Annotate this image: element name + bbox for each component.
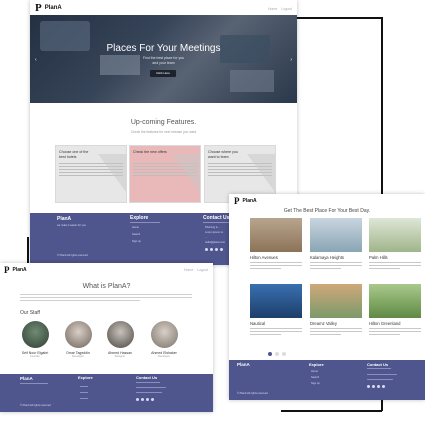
social-icons[interactable] (205, 248, 223, 251)
footer-email[interactable]: hello@plana.com (205, 241, 225, 244)
staff-title: Our Staff (20, 310, 40, 316)
feature-card-title: Check the new offers (133, 150, 167, 154)
connector-line (281, 410, 382, 412)
footer-explore-title: Explore (130, 215, 149, 221)
hero-subtitle: Find the best place for you (142, 56, 185, 60)
feature-card-title: Choose one of the best hotels (59, 150, 89, 159)
features-title: Up-coming Features. (130, 119, 197, 126)
footer-explore-title: Explore (309, 362, 324, 367)
footer-copyright: © PlanA All rights reserved (237, 392, 268, 395)
staff-member: Ahmed Elshaker Developer (146, 321, 182, 358)
place-name: Palm Hills (369, 255, 388, 260)
places-page-screenshot: P PlanA Get The Best Place For Your Best… (229, 194, 425, 400)
footer-contact-title: Contact Us (367, 362, 389, 367)
nav-logout-link[interactable]: Logout (197, 268, 208, 272)
about-title: What is PlanA? (82, 283, 131, 290)
footer-contact-title: Contact Us (136, 375, 158, 380)
staff-role: Developer (158, 355, 170, 358)
social-icons[interactable] (136, 398, 154, 401)
features-subtitle: Check the features for next release you … (130, 130, 197, 134)
places-title: Get The Best Place For Your Best Day. (283, 208, 371, 214)
staff-member: Omar Tageddin Developer (60, 321, 96, 358)
place-card[interactable]: Nautical (250, 284, 302, 335)
staff-member: Seif Nour Elgabri Founder (17, 321, 53, 358)
footer-contact-line: Planning is ... (205, 226, 221, 229)
footer-brand: PlanA (237, 362, 250, 367)
about-footer: PlanA Explore Contact Us © PlanA All rig… (0, 374, 213, 412)
footer-brand: PlanA (57, 216, 72, 222)
about-description (20, 294, 192, 301)
place-card[interactable]: Hilton Greenland (369, 284, 421, 335)
footer-link-home[interactable]: Home (132, 226, 139, 229)
brand-logo[interactable]: P PlanA (234, 196, 257, 206)
avatar (21, 321, 49, 348)
footer-contact-title: Contact Us (203, 215, 230, 221)
feature-card[interactable]: Check the new offers (129, 145, 201, 203)
nav-home-link[interactable]: Home (184, 268, 193, 272)
feature-card[interactable]: Choose one of the best hotels (55, 145, 127, 203)
footer-link-signup[interactable]: Sign up (311, 382, 320, 385)
instagram-icon (215, 248, 218, 251)
footer-contact-line: ... (205, 236, 208, 239)
top-nav: Home Logout (268, 7, 292, 11)
about-page-screenshot: P PlanA Home Logout What is PlanA? Our S… (0, 263, 213, 412)
footer-contact-line: Lorem ipsum st. (205, 231, 224, 234)
place-name: Dreamz Valley (310, 321, 337, 326)
pagination[interactable] (268, 352, 286, 356)
plana-logo-icon: P (234, 196, 240, 206)
plana-logo-icon: P (4, 265, 10, 275)
hero-cta-button[interactable]: Click Here (150, 70, 176, 77)
staff-role: Founder (30, 355, 40, 358)
place-name: Hilton Greenland (369, 321, 401, 326)
place-card[interactable]: Hilton Avenues (250, 218, 302, 269)
place-card[interactable]: Dreamz Valley (310, 284, 362, 335)
hero-subtitle-2: and your team (152, 61, 175, 65)
page-dot (275, 352, 279, 356)
hero-banner: ‹ › Places For Your Meetings Find the be… (30, 15, 297, 103)
top-nav: Home Logout (184, 268, 208, 272)
brand-logo[interactable]: P PlanA (35, 2, 62, 14)
avatar (150, 321, 178, 348)
place-card[interactable]: Kalamaya Heights (310, 218, 362, 269)
footer-explore-title: Explore (78, 375, 93, 380)
plana-logo-icon: P (35, 2, 42, 14)
facebook-icon (205, 248, 208, 251)
connector-line (381, 17, 383, 194)
staff-role: Designer (114, 355, 126, 358)
hero-title: Places For Your Meetings (106, 43, 221, 54)
social-icons[interactable] (367, 385, 385, 388)
footer-link-search[interactable]: Search (311, 376, 319, 379)
nav-home-link[interactable]: Home (268, 7, 277, 11)
brand-logo[interactable]: P PlanA (4, 265, 27, 275)
avatar (64, 321, 92, 348)
linkedin-icon (220, 248, 223, 251)
footer-copyright: © PlanA All rights reserved (20, 404, 51, 407)
footer-link-signup[interactable]: Sign up (132, 240, 141, 243)
nav-logout-link[interactable]: Logout (281, 7, 292, 11)
twitter-icon (210, 248, 213, 251)
place-card[interactable]: Palm Hills (369, 218, 421, 269)
place-name: Nautical (250, 321, 266, 326)
avatar (106, 321, 134, 348)
footer-copyright: © PlanA All rights reserved (57, 254, 88, 257)
places-footer: PlanA Explore Home Search Sign up Contac… (229, 360, 425, 400)
footer-link-home[interactable]: Home (311, 370, 318, 373)
staff-member: Ahmed Hassan Designer (102, 321, 138, 358)
footer-brand: PlanA (20, 376, 33, 381)
place-name: Hilton Avenues (250, 255, 278, 260)
footer-link-search[interactable]: Search (132, 233, 140, 236)
place-name: Kalamaya Heights (310, 255, 344, 260)
feature-card-title: Choose where you want to team (208, 150, 238, 159)
page-dot (268, 352, 272, 356)
footer-tagline: we make it easier for you (57, 224, 86, 227)
page-dot (282, 352, 286, 356)
staff-role: Developer (72, 355, 84, 358)
